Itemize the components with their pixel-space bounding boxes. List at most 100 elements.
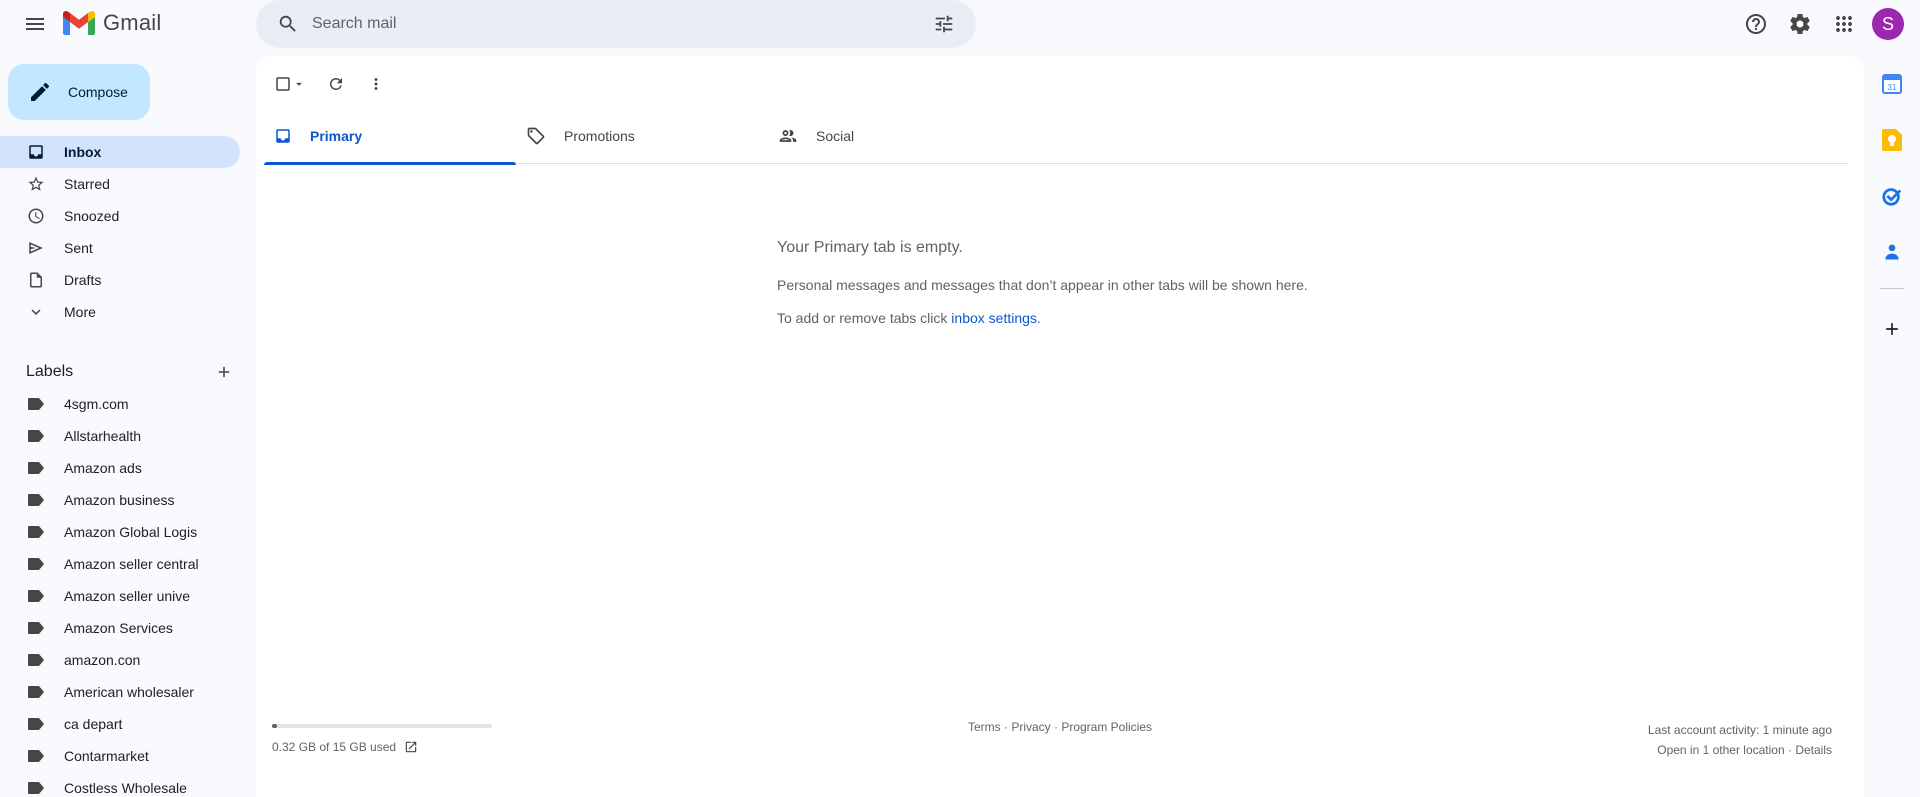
label-item[interactable]: amazon.con xyxy=(0,644,240,676)
calendar-button[interactable]: 31 xyxy=(1872,64,1912,104)
apps-button[interactable] xyxy=(1824,4,1864,44)
label-icon xyxy=(28,718,44,730)
labels-header: Labels xyxy=(26,356,236,388)
refresh-button[interactable] xyxy=(316,64,356,104)
help-icon xyxy=(1746,14,1766,34)
policies-links[interactable]: Terms · Privacy · Program Policies xyxy=(272,720,1848,734)
contacts-button[interactable] xyxy=(1872,232,1912,272)
label-item[interactable]: American wholesaler xyxy=(0,676,240,708)
search-button[interactable] xyxy=(268,4,308,44)
caret-down-icon[interactable] xyxy=(292,77,306,91)
label-icon xyxy=(28,462,44,474)
keep-button[interactable] xyxy=(1872,120,1912,160)
label-text: American wholesaler xyxy=(64,684,194,700)
label-item[interactable]: Contarmarket xyxy=(0,740,240,772)
main-panel: Primary Promotions Social Your Primary t… xyxy=(256,56,1864,797)
tab-label: Promotions xyxy=(564,128,635,144)
label-icon xyxy=(28,494,44,506)
sidebar-item-inbox[interactable]: Inbox xyxy=(0,136,240,168)
label-item[interactable]: Amazon Global Logis xyxy=(0,516,240,548)
empty-settings-line: To add or remove tabs click inbox settin… xyxy=(777,310,1308,326)
account-avatar[interactable]: S xyxy=(1872,8,1904,40)
top-bar: Gmail Search mail S xyxy=(0,0,1920,48)
support-button[interactable] xyxy=(1736,4,1776,44)
tasks-button[interactable] xyxy=(1872,176,1912,216)
keep-icon xyxy=(1882,129,1902,151)
create-label-button[interactable] xyxy=(212,360,236,384)
settings-button[interactable] xyxy=(1780,4,1820,44)
sidebar-item-drafts[interactable]: Drafts xyxy=(0,264,240,296)
label-text: Amazon Global Logis xyxy=(64,524,198,540)
label-item[interactable]: Amazon Services xyxy=(0,612,240,644)
chevron-down-icon xyxy=(31,309,41,315)
category-tabs: Primary Promotions Social xyxy=(264,108,1848,165)
label-text: Allstarhealth xyxy=(64,428,142,444)
label-text: ca depart xyxy=(64,716,123,732)
label-text: Amazon seller central xyxy=(64,556,199,572)
gmail-logo[interactable]: Gmail xyxy=(63,10,161,36)
sidebar-item-label: Drafts xyxy=(64,272,102,288)
get-addons-button[interactable] xyxy=(1872,309,1912,349)
clock-icon xyxy=(28,208,44,224)
sidebar-item-snoozed[interactable]: Snoozed xyxy=(0,200,240,232)
label-item[interactable]: Amazon seller unive xyxy=(0,580,240,612)
label-item[interactable]: 4sgm.com xyxy=(0,388,240,420)
external-link-icon[interactable] xyxy=(404,740,418,754)
search-options-button[interactable] xyxy=(924,4,964,44)
tab-social[interactable]: Social xyxy=(768,108,1020,164)
label-item[interactable]: ca depart xyxy=(0,708,240,740)
tab-primary[interactable]: Primary xyxy=(264,108,516,165)
more-vert-icon xyxy=(374,78,378,90)
side-panel: 31 xyxy=(1864,56,1920,797)
compose-button[interactable]: Compose xyxy=(8,64,150,120)
refresh-icon xyxy=(330,78,342,90)
label-icon xyxy=(28,430,44,442)
label-icon xyxy=(28,622,44,634)
more-options-button[interactable] xyxy=(356,64,396,104)
label-icon xyxy=(28,686,44,698)
label-icon xyxy=(28,750,44,762)
labels-title: Labels xyxy=(26,363,74,380)
compose-label: Compose xyxy=(68,84,128,100)
inbox-settings-link[interactable]: inbox settings xyxy=(951,310,1037,326)
settings-suffix: . xyxy=(1036,310,1041,326)
sidebar-item-starred[interactable]: Starred xyxy=(0,168,240,200)
label-text: Contarmarket xyxy=(64,748,149,764)
label-text: Amazon ads xyxy=(64,460,142,476)
label-item[interactable]: Amazon seller central xyxy=(0,548,240,580)
star-icon xyxy=(28,176,44,191)
activity-details-link[interactable]: Open in 1 other location · Details xyxy=(1648,740,1832,760)
side-panel-divider xyxy=(1880,288,1904,289)
label-item[interactable]: Amazon business xyxy=(0,484,240,516)
label-item[interactable]: Costless Wholesale xyxy=(0,772,240,797)
footer: Terms · Privacy · Program Policies 0.32 … xyxy=(272,720,1848,760)
tab-promotions[interactable]: Promotions xyxy=(516,108,768,164)
search-bar[interactable]: Search mail xyxy=(256,0,976,48)
main-menu-button[interactable] xyxy=(15,4,55,44)
storage-info: 0.32 GB of 15 GB used xyxy=(272,720,492,754)
labels-list: 4sgm.com Allstarhealth Amazon ads Amazon… xyxy=(0,388,240,797)
label-item[interactable]: Allstarhealth xyxy=(0,420,240,452)
tasks-icon xyxy=(1882,188,1902,206)
sidebar-item-label: Sent xyxy=(64,240,93,256)
storage-bar-fill xyxy=(272,724,277,728)
label-text: 4sgm.com xyxy=(64,396,129,412)
tab-label: Primary xyxy=(310,128,363,144)
empty-title: Your Primary tab is empty. xyxy=(777,239,963,256)
sidebar-item-sent[interactable]: Sent xyxy=(0,232,240,264)
apps-grid-icon xyxy=(1836,16,1852,32)
settings-prefix: To add or remove tabs click xyxy=(777,310,952,326)
search-input[interactable]: Search mail xyxy=(312,15,924,33)
sidebar-item-label: Starred xyxy=(64,176,110,192)
storage-bar xyxy=(272,724,492,728)
send-icon xyxy=(29,242,43,254)
account-activity: Last account activity: 1 minute ago Open… xyxy=(1648,720,1832,760)
label-item[interactable]: Amazon ads xyxy=(0,452,240,484)
sidebar-item-label: Inbox xyxy=(64,144,102,160)
gmail-m-icon xyxy=(63,11,95,35)
plus-icon xyxy=(218,366,230,378)
select-all-checkbox[interactable] xyxy=(264,75,316,93)
sidebar-item-more[interactable]: More xyxy=(0,296,240,328)
inbox-icon xyxy=(276,129,290,143)
sidebar-item-label: Snoozed xyxy=(64,208,120,224)
